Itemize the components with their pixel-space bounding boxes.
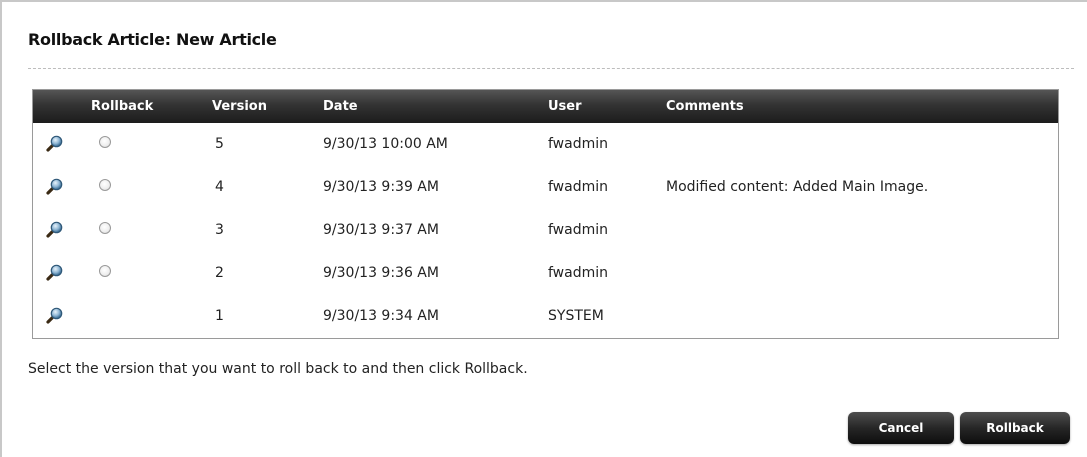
user-cell: fwadmin [548, 136, 608, 152]
instruction-text: Select the version that you want to roll… [28, 361, 528, 377]
table-body: 5 9/30/13 10:00 AM fwadmin 4 9/30/13 9:39 AM… [33, 123, 1058, 338]
rollback-radio[interactable] [99, 136, 111, 148]
table-row: 4 9/30/13 9:39 AM fwadmin Modified content:… [33, 166, 1058, 209]
date-cell: 9/30/13 9:39 AM [323, 179, 439, 195]
magnifier-icon[interactable] [44, 220, 64, 240]
cancel-button[interactable]: Cancel [848, 412, 954, 444]
date-cell: 9/30/13 9:34 AM [323, 308, 439, 324]
date-cell: 9/30/13 9:37 AM [323, 222, 439, 238]
magnifier-icon[interactable] [44, 134, 64, 154]
title-divider [28, 68, 1074, 69]
version-cell: 2 [215, 265, 224, 281]
rollback-dialog: Rollback Article: New Article Rollback V… [0, 0, 1087, 457]
column-header-comments: Comments [666, 99, 744, 114]
version-cell: 4 [215, 179, 224, 195]
version-cell: 5 [215, 136, 224, 152]
rollback-button[interactable]: Rollback [960, 412, 1070, 444]
table-row: 2 9/30/13 9:36 AM fwadmin [33, 252, 1058, 295]
table-row: 1 9/30/13 9:34 AM SYSTEM [33, 295, 1058, 338]
version-cell: 3 [215, 222, 224, 238]
rollback-radio[interactable] [99, 179, 111, 191]
date-cell: 9/30/13 9:36 AM [323, 265, 439, 281]
magnifier-icon[interactable] [44, 306, 64, 326]
user-cell: SYSTEM [548, 308, 604, 324]
user-cell: fwadmin [548, 222, 608, 238]
table-header: Rollback Version Date User Comments [33, 90, 1058, 123]
comments-cell: Modified content: Added Main Image. [666, 179, 929, 195]
version-table: Rollback Version Date User Comments 5 9/3… [32, 89, 1059, 339]
rollback-radio[interactable] [99, 265, 111, 277]
table-row: 5 9/30/13 10:00 AM fwadmin [33, 123, 1058, 166]
column-header-user: User [548, 99, 582, 114]
rollback-radio[interactable] [99, 222, 111, 234]
magnifier-icon[interactable] [44, 177, 64, 197]
column-header-rollback: Rollback [91, 99, 154, 114]
user-cell: fwadmin [548, 179, 608, 195]
table-row: 3 9/30/13 9:37 AM fwadmin [33, 209, 1058, 252]
version-cell: 1 [215, 308, 224, 324]
column-header-version: Version [212, 99, 267, 114]
user-cell: fwadmin [548, 265, 608, 281]
date-cell: 9/30/13 10:00 AM [323, 136, 448, 152]
column-header-date: Date [323, 99, 358, 114]
dialog-title: Rollback Article: New Article [28, 30, 277, 49]
magnifier-icon[interactable] [44, 263, 64, 283]
